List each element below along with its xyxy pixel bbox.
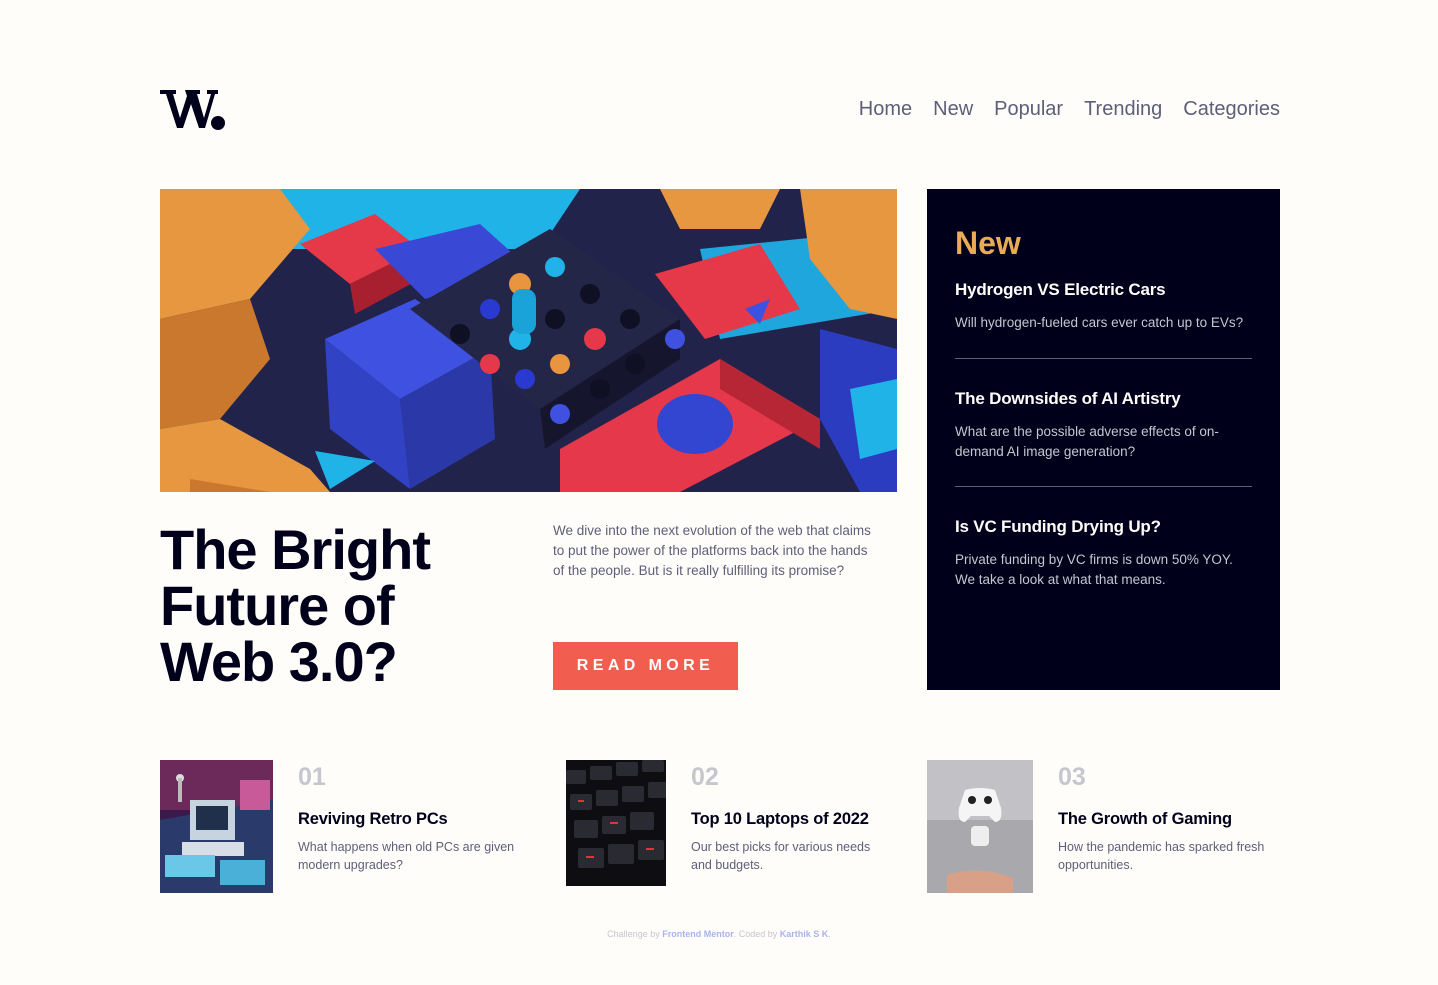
new-item-text: Private funding by VC firms is down 50% …	[955, 552, 1233, 588]
new-item-title[interactable]: Hydrogen VS Electric Cars	[955, 279, 1252, 301]
article-card[interactable]: 01 Reviving Retro PCs What happens when …	[160, 760, 528, 893]
new-item-title[interactable]: The Downsides of AI Artistry	[955, 388, 1252, 410]
footer: Challenge by Frontend Mentor. Coded by K…	[0, 929, 1438, 939]
article-title[interactable]: Top 10 Laptops of 2022	[691, 808, 891, 830]
article-number: 01	[298, 763, 326, 791]
new-item[interactable]: The Downsides of AI Artistry What are th…	[955, 388, 1252, 462]
new-item-title[interactable]: Is VC Funding Drying Up?	[955, 516, 1252, 538]
new-panel-heading: New	[955, 225, 1021, 261]
article-text: How the pandemic has sparked fresh oppor…	[1058, 840, 1265, 872]
article-title[interactable]: The Growth of Gaming	[1058, 808, 1283, 830]
article-card-text: 02 Top 10 Laptops of 2022 Our best picks…	[666, 760, 891, 886]
author-link[interactable]: Karthik S K	[780, 929, 829, 939]
article-card-text: 03 The Growth of Gaming How the pandemic…	[1033, 760, 1283, 893]
nav-link-new[interactable]: New	[933, 96, 973, 122]
divider	[955, 486, 1252, 488]
retro-pc-thumbnail[interactable]	[160, 760, 273, 893]
new-item[interactable]: Is VC Funding Drying Up? Private funding…	[955, 516, 1252, 590]
main-nav: Home New Popular Trending Categories	[859, 96, 1280, 122]
hero-title: The Bright Future of Web 3.0?	[160, 518, 431, 693]
new-panel: New Hydrogen VS Electric Cars Will hydro…	[927, 189, 1280, 690]
footer-suffix: .	[828, 929, 831, 939]
nav-link-categories[interactable]: Categories	[1183, 96, 1280, 122]
new-item[interactable]: Hydrogen VS Electric Cars Will hydrogen-…	[955, 279, 1252, 333]
nav-link-popular[interactable]: Popular	[994, 96, 1063, 122]
page: Home New Popular Trending Categories The…	[0, 0, 1438, 985]
read-more-button[interactable]: READ MORE	[553, 642, 738, 690]
article-card[interactable]: 03 The Growth of Gaming How the pandemic…	[927, 760, 1283, 893]
article-card-text: 01 Reviving Retro PCs What happens when …	[273, 760, 528, 893]
article-text: Our best picks for various needs and bud…	[691, 840, 871, 872]
article-card[interactable]: 02 Top 10 Laptops of 2022 Our best picks…	[566, 760, 891, 886]
frontend-mentor-link[interactable]: Frontend Mentor	[662, 929, 734, 939]
article-number: 03	[1058, 763, 1086, 791]
hero-image	[160, 189, 897, 492]
new-item-text: Will hydrogen-fueled cars ever catch up …	[955, 315, 1244, 330]
new-item-text: What are the possible adverse effects of…	[955, 423, 1219, 459]
nav-link-home[interactable]: Home	[859, 96, 912, 122]
article-number: 02	[691, 763, 719, 791]
brand-logo[interactable]	[160, 86, 226, 130]
article-title[interactable]: Reviving Retro PCs	[298, 808, 528, 830]
nav-link-trending[interactable]: Trending	[1084, 96, 1162, 122]
gaming-thumbnail[interactable]	[927, 760, 1033, 893]
hero-description: We dive into the next evolution of the w…	[553, 523, 871, 578]
laptop-thumbnail[interactable]	[566, 760, 666, 886]
divider	[955, 357, 1252, 359]
footer-prefix: Challenge by	[607, 929, 660, 939]
footer-middle: . Coded by	[733, 929, 778, 939]
article-text: What happens when old PCs are given mode…	[298, 840, 515, 872]
